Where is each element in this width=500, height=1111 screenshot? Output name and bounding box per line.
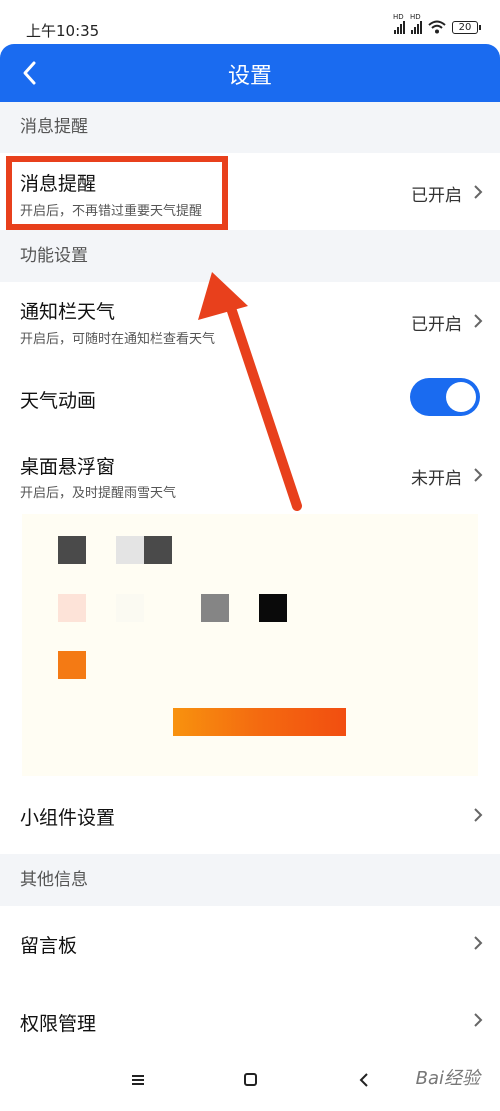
row-widget-settings[interactable]: 小组件设置 <box>0 776 500 854</box>
system-nav-bar: Bai经验 <box>0 1056 500 1111</box>
preview-block <box>116 594 144 622</box>
hd-label: HD <box>393 13 404 21</box>
row-title: 留言板 <box>20 935 78 957</box>
row-permissions[interactable]: 权限管理 <box>0 983 500 1056</box>
chevron-right-icon <box>474 1013 483 1027</box>
weather-animation-toggle[interactable] <box>410 378 480 416</box>
row-desktop-float[interactable]: 桌面悬浮窗 开启后，及时提醒雨雪天气 未开启 <box>0 436 500 514</box>
app-bar: 设置 <box>0 44 500 102</box>
status-bar: 上午10:35 HD HD 20 <box>0 0 500 44</box>
battery-icon: 20 <box>452 20 481 34</box>
row-message-board[interactable]: 留言板 <box>0 906 500 983</box>
preview-bar <box>173 708 346 736</box>
preview-block <box>58 536 86 564</box>
chevron-right-icon <box>474 936 483 950</box>
chevron-right-icon <box>474 185 483 199</box>
floating-window-preview <box>22 514 478 776</box>
row-title: 小组件设置 <box>20 807 116 829</box>
row-subtitle: 开启后，及时提醒雨雪天气 <box>20 486 177 501</box>
preview-block <box>58 651 86 679</box>
row-subtitle: 开启后，可随时在通知栏查看天气 <box>20 332 216 347</box>
preview-block <box>116 536 144 564</box>
preview-block <box>144 536 172 564</box>
wifi-icon <box>428 20 446 34</box>
hd-label-2: HD <box>410 13 421 21</box>
section-header-messages: 消息提醒 <box>0 102 500 153</box>
watermark: Bai经验 <box>415 1068 480 1089</box>
nav-back-icon[interactable] <box>358 1071 370 1089</box>
row-notification-weather[interactable]: 通知栏天气 开启后，可随时在通知栏查看天气 已开启 <box>0 282 500 359</box>
signal-icon: HD <box>393 13 405 34</box>
section-header-other: 其他信息 <box>0 854 500 906</box>
menu-icon[interactable] <box>131 1074 145 1086</box>
status-icons: HD HD 20 <box>393 13 481 36</box>
page-title: 设置 <box>227 64 272 89</box>
highlight-box <box>6 156 228 230</box>
chevron-right-icon <box>474 468 483 482</box>
row-value: 未开启 <box>411 469 462 489</box>
row-value: 已开启 <box>411 315 462 335</box>
row-weather-animation: 天气动画 <box>0 359 500 436</box>
row-title: 天气动画 <box>20 390 97 412</box>
row-title: 权限管理 <box>20 1013 97 1035</box>
signal-icon-2: HD <box>410 13 422 34</box>
toggle-knob <box>446 382 476 412</box>
preview-block <box>58 594 86 622</box>
preview-block <box>201 594 229 622</box>
row-title: 桌面悬浮窗 <box>20 456 116 478</box>
chevron-right-icon <box>474 314 483 328</box>
row-value: 已开启 <box>411 186 462 206</box>
status-time: 上午10:35 <box>26 22 100 40</box>
preview-block <box>259 594 287 622</box>
section-header-functions: 功能设置 <box>0 230 500 282</box>
home-icon[interactable] <box>244 1073 257 1086</box>
row-title: 通知栏天气 <box>20 301 116 323</box>
chevron-right-icon <box>474 808 483 822</box>
